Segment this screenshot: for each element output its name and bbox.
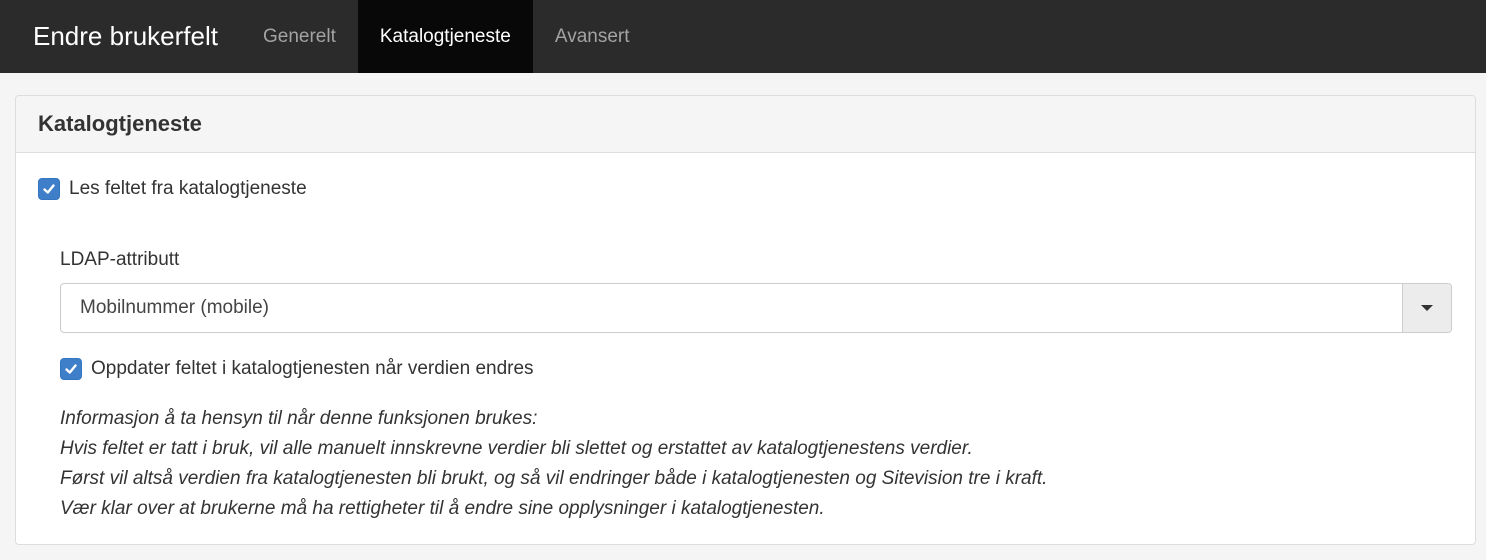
top-navbar: Endre brukerfelt Generelt Katalogtjenest… [0,0,1486,73]
dropdown-toggle-button[interactable] [1402,284,1451,332]
update-directory-row: Oppdater feltet i katalogtjenesten når v… [60,358,534,380]
read-from-directory-label[interactable]: Les feltet fra katalogtjeneste [69,178,307,200]
info-line: Vær klar over at brukerne må ha rettighe… [60,498,825,519]
ldap-attribute-select[interactable]: Mobilnummer (mobile) [60,283,1452,333]
info-line: Hvis feltet er tatt i bruk, vil alle man… [60,438,973,459]
read-from-directory-row: Les feltet fra katalogtjeneste [38,178,307,200]
tab-katalogtjeneste[interactable]: Katalogtjeneste [357,0,533,73]
ldap-attribute-value: Mobilnummer (mobile) [80,297,269,318]
tab-avansert[interactable]: Avansert [533,0,652,73]
ldap-attribute-label: LDAP-attributt [60,249,180,270]
checkmark-icon [65,364,77,374]
checkmark-icon [43,184,55,194]
directory-panel: Katalogtjeneste Les feltet fra katalogtj… [15,95,1476,545]
info-line: Informasjon å ta hensyn til når denne fu… [60,408,538,429]
page-title: Endre brukerfelt [33,21,218,51]
info-text: Informasjon å ta hensyn til når denne fu… [60,404,1047,524]
caret-down-icon [1421,305,1433,311]
tab-generelt[interactable]: Generelt [241,0,358,73]
info-line: Først vil altså verdien fra katalogtjene… [60,468,1048,489]
panel-heading: Katalogtjeneste [16,96,1475,153]
read-from-directory-checkbox[interactable] [38,178,60,200]
update-directory-checkbox[interactable] [60,358,82,380]
update-directory-label[interactable]: Oppdater feltet i katalogtjenesten når v… [91,358,534,380]
